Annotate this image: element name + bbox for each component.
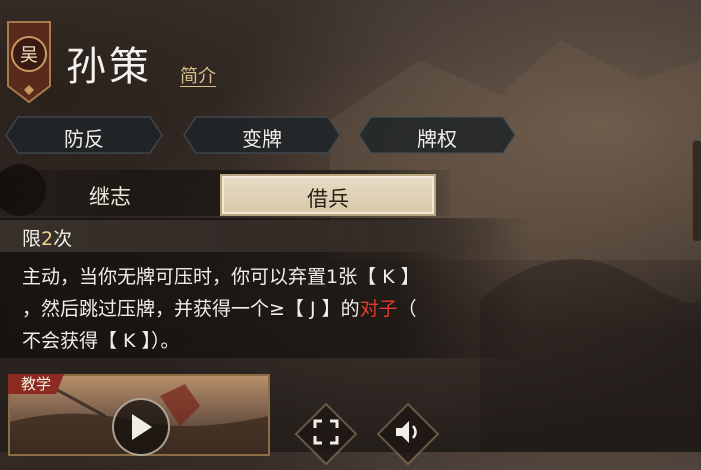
usage-limit-count: 2	[41, 228, 54, 250]
skill-tab-label: 继志	[89, 185, 131, 209]
fullscreen-button[interactable]	[294, 402, 358, 466]
tag-button-1[interactable]: 防反	[4, 115, 164, 155]
tag-button-3[interactable]: 牌权	[357, 115, 517, 155]
skill-tab-label: 借兵	[307, 187, 349, 211]
play-icon	[132, 414, 152, 440]
play-button[interactable]	[112, 398, 170, 456]
tag-label: 变牌	[242, 127, 282, 151]
voice-button[interactable]	[376, 402, 440, 466]
tutorial-label: 教学	[8, 374, 64, 394]
tag-button-2[interactable]: 变牌	[182, 115, 342, 155]
usage-limit-row	[0, 220, 512, 252]
tag-label: 防反	[64, 127, 104, 151]
highlight-term: 对子	[359, 298, 398, 320]
usage-limit: 限2次	[22, 228, 73, 250]
skill-description-line-3: 不会获得【 K 】）。	[22, 330, 180, 352]
scrollbar[interactable]	[692, 140, 701, 242]
svg-text:吴: 吴	[20, 45, 38, 66]
intro-link[interactable]: 简介	[180, 62, 216, 88]
skill-description-line-1: 主动，当你无牌可压时，你可以弃置1张【 K 】	[22, 266, 420, 288]
skill-description-line-2: ，然后跳过压牌，并获得一个≥【 J 】的对子（	[22, 298, 417, 320]
faction-badge: 吴	[4, 20, 54, 104]
tag-label: 牌权	[417, 127, 457, 151]
skill-tab-jiebing[interactable]: 借兵	[220, 174, 436, 216]
skill-tab-jizhi[interactable]: 继志	[20, 174, 200, 212]
hero-name: 孙策	[66, 44, 152, 90]
